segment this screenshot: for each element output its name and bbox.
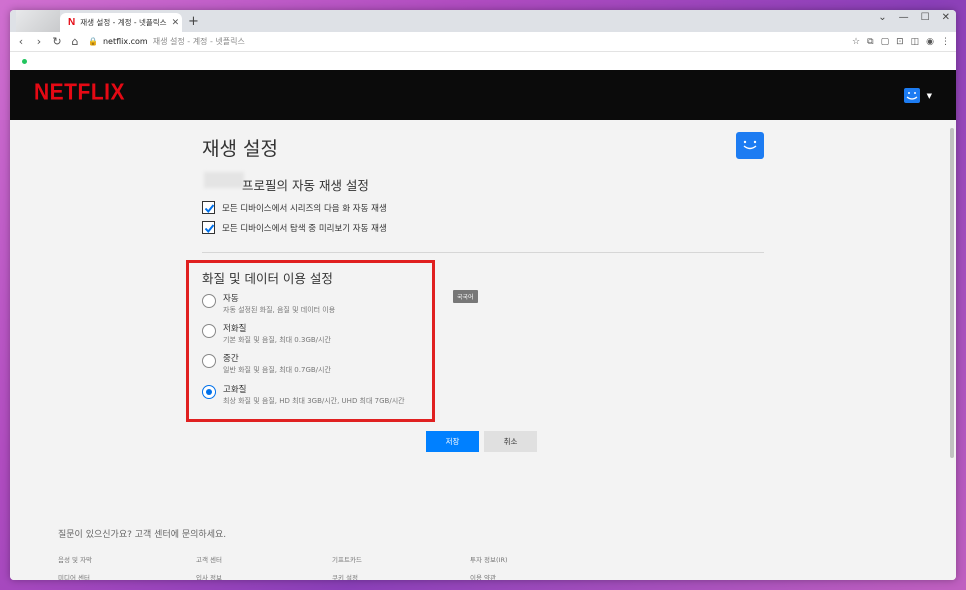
- quality-label: 자동: [223, 294, 239, 304]
- main-content: 재생 설정 프로필의 자동 재생 설정 모든 디바이스에서 시리즈의 다음 화 …: [10, 120, 956, 580]
- back-icon[interactable]: ‹: [16, 35, 26, 48]
- quality-label: 저화질: [223, 324, 247, 334]
- address-bar[interactable]: 🔒 netflix.com 재생 설정 - 계정 - 넷플릭스: [88, 34, 844, 50]
- quality-radio-medium[interactable]: [202, 354, 216, 368]
- autoplay-next-episode-option[interactable]: 모든 디바이스에서 시리즈의 다음 화 자동 재생: [202, 201, 387, 214]
- close-icon[interactable]: ✕: [172, 18, 180, 28]
- quality-label: 고화질: [223, 385, 247, 395]
- maximize-button[interactable]: ☐: [921, 12, 930, 23]
- sidebar-icon[interactable]: ◫: [911, 37, 920, 47]
- lock-icon: 🔒: [88, 37, 98, 46]
- save-button[interactable]: 저장: [426, 431, 479, 452]
- smiley-avatar-icon: [906, 92, 918, 100]
- menu-icon[interactable]: ⋮: [941, 37, 950, 47]
- reload-icon[interactable]: ↻: [52, 35, 62, 48]
- chevron-down-icon[interactable]: ⌄: [878, 12, 886, 23]
- autoplay-previews-option[interactable]: 모든 디바이스에서 탐색 중 미리보기 자동 재생: [202, 221, 387, 234]
- chevron-down-icon[interactable]: ▼: [927, 92, 932, 100]
- status-dot: [22, 59, 27, 64]
- screenshot-icon[interactable]: ⊡: [896, 37, 904, 47]
- media-icon[interactable]: ▢: [881, 37, 890, 47]
- autoplay-section-title: 프로필의 자동 재생 설정: [242, 178, 369, 193]
- autoplay-previews-checkbox[interactable]: [202, 221, 215, 234]
- quality-desc: 기본 화질 및 음질, 최대 0.3GB/시간: [223, 336, 331, 344]
- footer-link[interactable]: 기프트카드: [332, 554, 362, 564]
- avatar[interactable]: [904, 88, 920, 103]
- netflix-logo[interactable]: NETFLIX: [34, 80, 125, 106]
- profile-name-redacted: [204, 172, 244, 188]
- address-toolbar: ‹ › ↻ ⌂ 🔒 netflix.com 재생 설정 - 계정 - 넷플릭스 …: [10, 32, 956, 52]
- bookmark-star-icon[interactable]: ☆: [852, 37, 860, 47]
- autoplay-next-episode-checkbox[interactable]: [202, 201, 215, 214]
- footer-link[interactable]: 미디어 센터: [58, 572, 90, 580]
- language-badge: 국국어: [453, 290, 478, 303]
- quality-option-high[interactable]: 고화질 최상 화질 및 음질, HD 최대 3GB/시간, UHD 최대 7GB…: [202, 384, 405, 407]
- quality-option-low[interactable]: 저화질 기본 화질 및 음질, 최대 0.3GB/시간: [202, 323, 331, 346]
- forward-icon[interactable]: ›: [34, 35, 44, 48]
- profile-avatar: [736, 132, 764, 159]
- quality-radio-auto[interactable]: [202, 294, 216, 308]
- browser-window: N 재생 설정 - 계정 - 넷플릭스 ✕ + ⌄ — ☐ ✕ ‹ › ↻ ⌂ …: [10, 10, 956, 580]
- tab-title: 재생 설정 - 계정 - 넷플릭스: [80, 18, 167, 27]
- scrollbar[interactable]: [950, 128, 954, 458]
- tab-active[interactable]: N 재생 설정 - 계정 - 넷플릭스 ✕: [60, 13, 182, 32]
- quality-radio-low[interactable]: [202, 324, 216, 338]
- tab-decoration: [16, 10, 60, 32]
- profile-icon[interactable]: ◉: [926, 37, 934, 47]
- page-title: 재생 설정: [202, 138, 278, 160]
- netflix-header: NETFLIX ▼: [10, 70, 956, 120]
- extension-icon[interactable]: ⧉: [867, 37, 873, 47]
- quality-desc: 최상 화질 및 음질, HD 최대 3GB/시간, UHD 최대 7GB/시간: [223, 397, 405, 405]
- cancel-button[interactable]: 취소: [484, 431, 537, 452]
- footer-link[interactable]: 쿠키 설정: [332, 572, 358, 580]
- quality-section-title: 화질 및 데이터 이용 설정: [202, 271, 333, 286]
- new-tab-button[interactable]: +: [188, 14, 199, 29]
- url-path: 재생 설정 - 계정 - 넷플릭스: [152, 37, 245, 46]
- autoplay-previews-label: 모든 디바이스에서 탐색 중 미리보기 자동 재생: [222, 223, 387, 234]
- section-divider: [202, 252, 764, 253]
- quality-option-medium[interactable]: 중간 일반 화질 및 음질, 최대 0.7GB/시간: [202, 353, 331, 376]
- home-icon[interactable]: ⌂: [70, 35, 80, 48]
- url-host: netflix.com: [102, 37, 148, 46]
- quality-desc: 일반 화질 및 음질, 최대 0.7GB/시간: [223, 366, 331, 374]
- bookmarks-bar: [10, 52, 956, 70]
- footer-link[interactable]: 입사 정보: [196, 572, 222, 580]
- window-close-button[interactable]: ✕: [942, 12, 950, 23]
- footer-link[interactable]: 고객 센터: [196, 554, 222, 564]
- checkmark-icon: [204, 224, 215, 234]
- minimize-button[interactable]: —: [899, 12, 909, 23]
- checkmark-icon: [204, 204, 215, 214]
- footer-link[interactable]: 투자 정보(IR): [470, 554, 508, 564]
- autoplay-next-episode-label: 모든 디바이스에서 시리즈의 다음 화 자동 재생: [222, 203, 387, 214]
- footer-link[interactable]: 음성 및 자막: [58, 554, 92, 564]
- netflix-favicon-icon: N: [68, 17, 76, 28]
- tab-strip: N 재생 설정 - 계정 - 넷플릭스 ✕ + ⌄ — ☐ ✕: [10, 10, 956, 32]
- quality-option-auto[interactable]: 자동 자동 설정된 화질, 음질 및 데이터 이용: [202, 293, 335, 316]
- quality-radio-high[interactable]: [202, 385, 216, 399]
- toolbar-actions: ☆ ⧉ ▢ ⊡ ◫ ◉ ⋮: [852, 37, 950, 47]
- quality-label: 중간: [223, 354, 239, 364]
- footer-link[interactable]: 이용 약관: [470, 572, 496, 580]
- quality-desc: 자동 설정된 화질, 음질 및 데이터 이용: [223, 306, 336, 314]
- smiley-avatar-icon: [743, 140, 757, 150]
- window-controls: ⌄ — ☐ ✕: [878, 12, 950, 23]
- footer-question: 질문이 있으신가요? 고객 센터에 문의하세요.: [58, 530, 227, 540]
